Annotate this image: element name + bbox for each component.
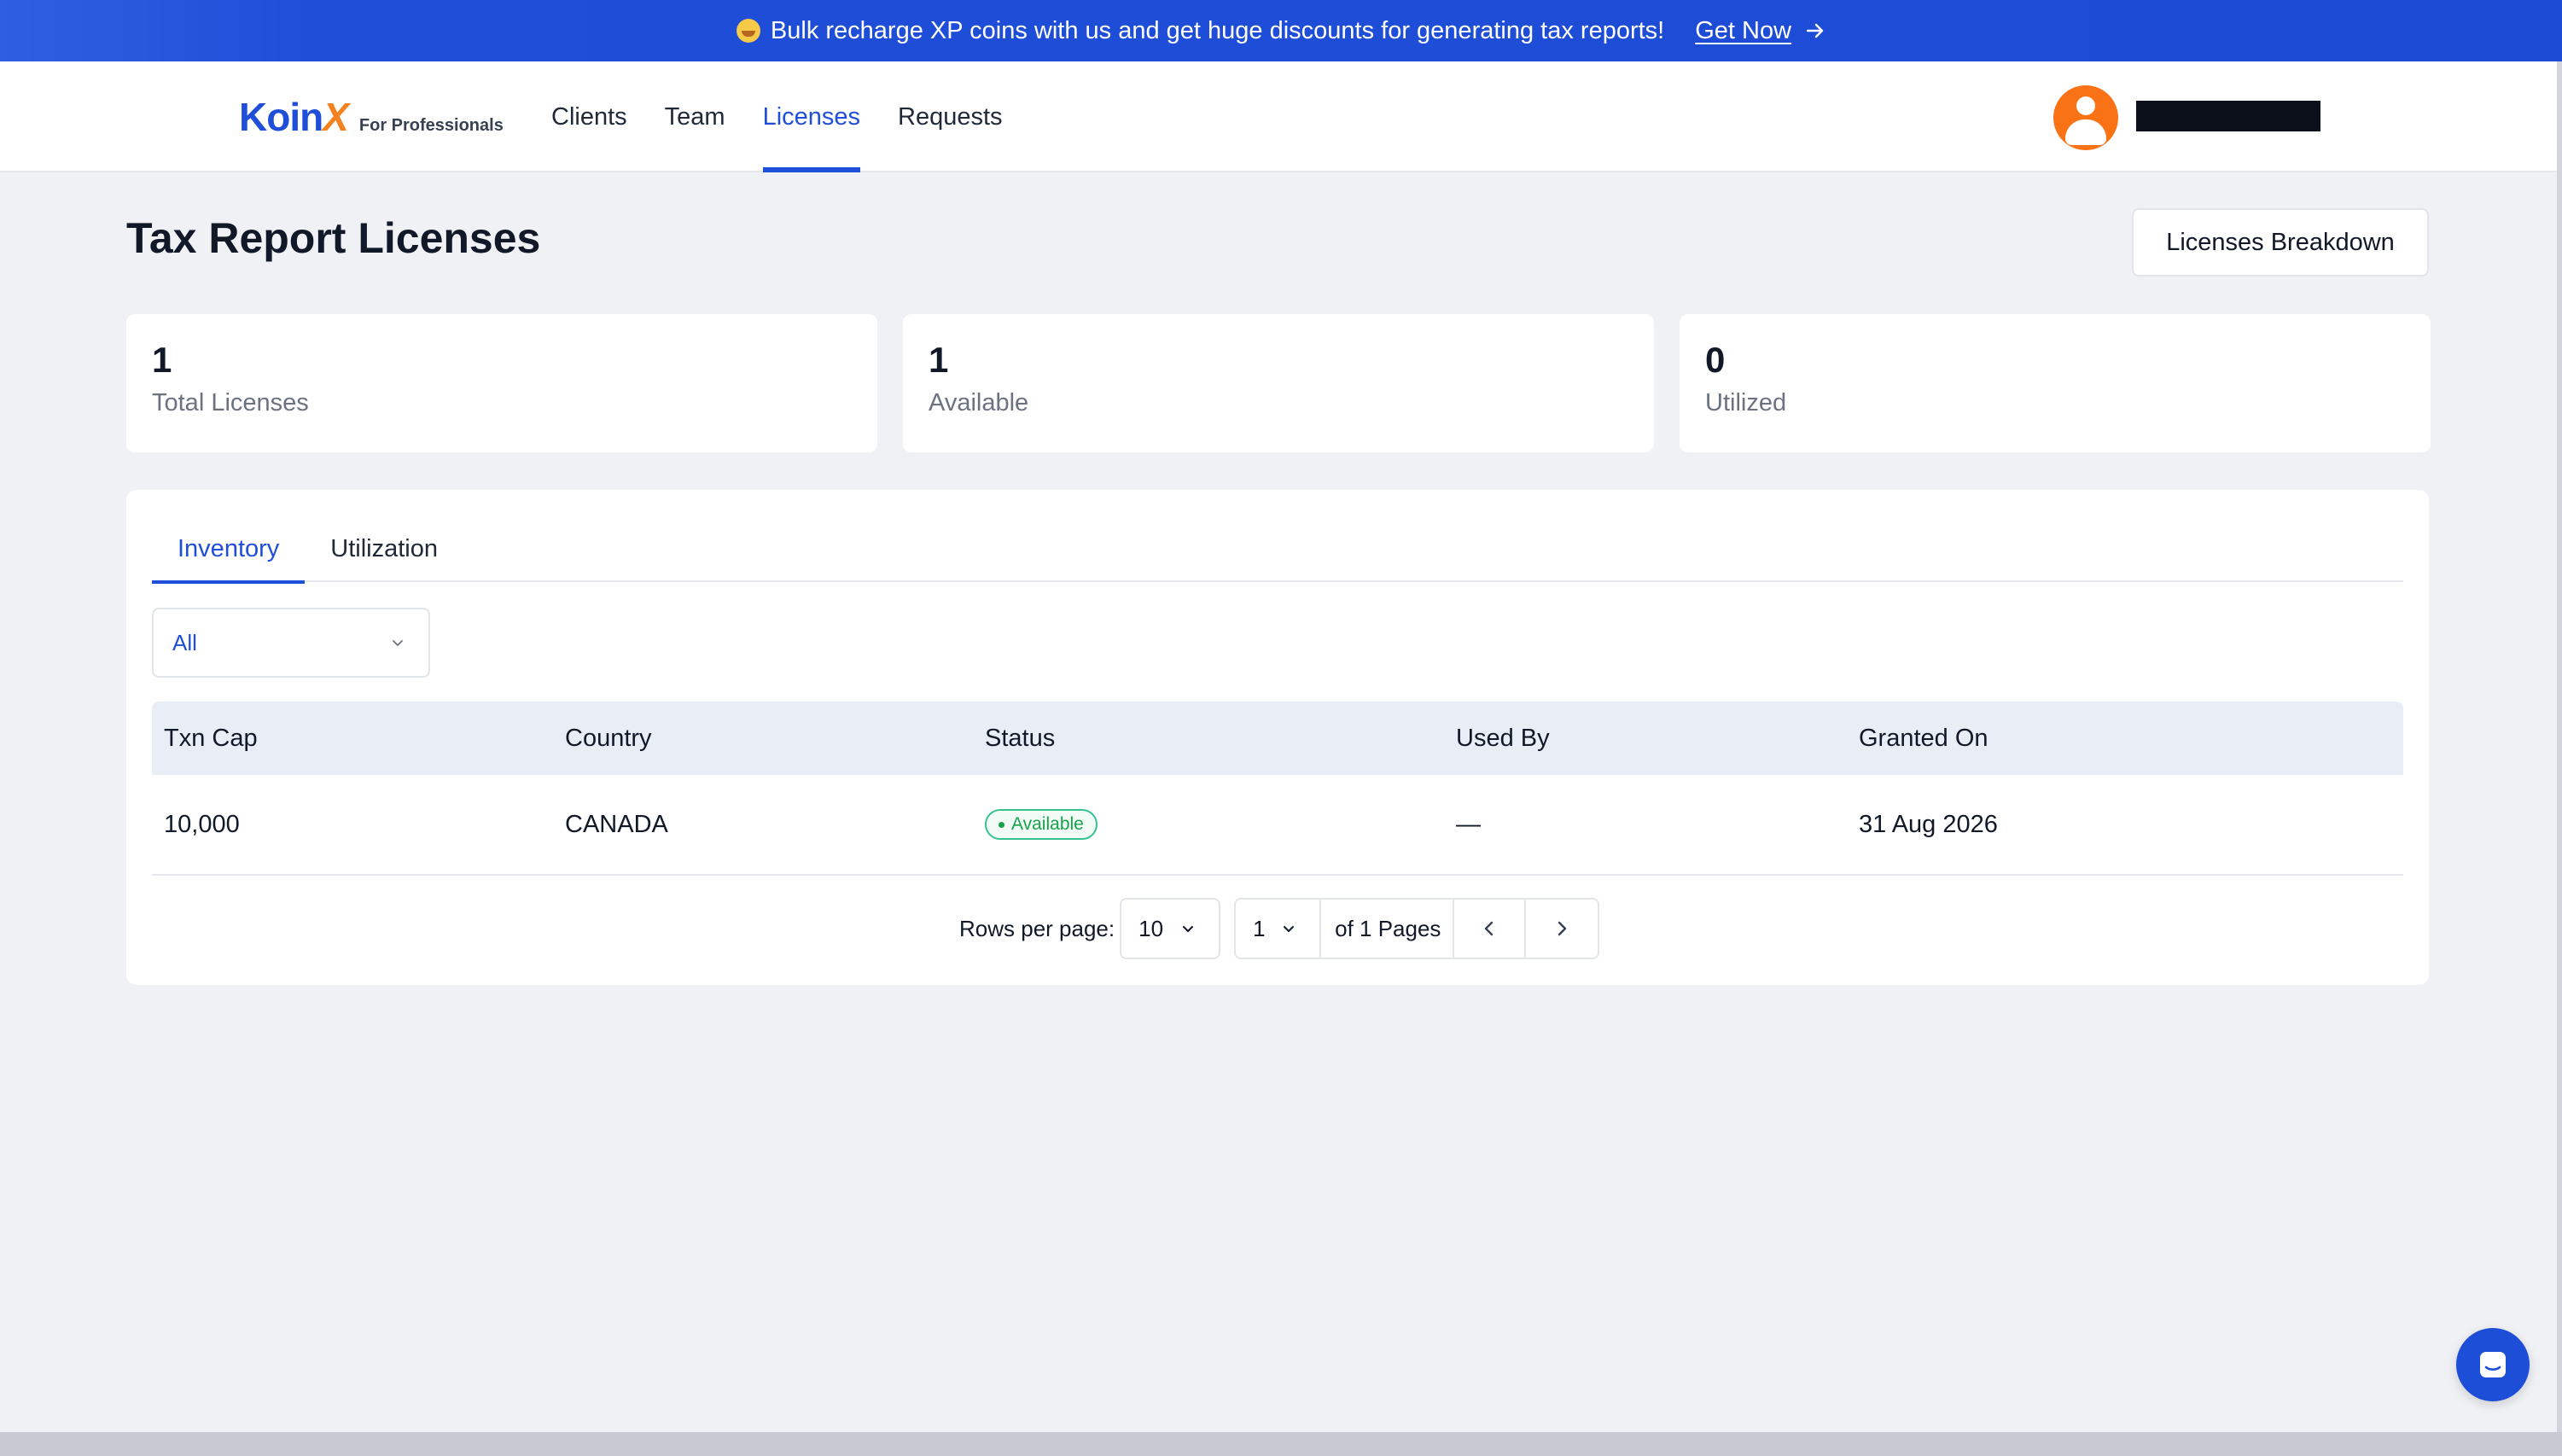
user-icon-body bbox=[2065, 119, 2106, 145]
user-icon bbox=[2076, 96, 2095, 115]
stat-card-utilized: 0 Utilized bbox=[1680, 314, 2431, 452]
status-text: Available bbox=[1011, 814, 1084, 834]
rows-per-page-select[interactable]: 10 bbox=[1120, 898, 1221, 959]
table-header: Txn Cap Country Status Used By Granted O… bbox=[152, 702, 2403, 775]
chevron-down-icon bbox=[1183, 926, 1194, 932]
stat-card-available: 1 Available bbox=[903, 314, 1654, 452]
nav-team[interactable]: Team bbox=[665, 61, 725, 172]
col-status[interactable]: Status bbox=[985, 702, 1055, 775]
stat-value: 1 bbox=[929, 340, 949, 380]
pagination: Rows per page: 10 1 of 1 Pages bbox=[959, 898, 1600, 959]
chevron-down-icon bbox=[1284, 926, 1295, 932]
cell-country: CANADA bbox=[565, 810, 668, 838]
stat-label: Total Licenses bbox=[152, 389, 309, 416]
logo-brand: Koin bbox=[239, 95, 323, 139]
col-txn-cap[interactable]: Txn Cap bbox=[164, 702, 258, 775]
stat-card-total: 1 Total Licenses bbox=[126, 314, 877, 452]
user-avatar[interactable] bbox=[2053, 85, 2118, 150]
stat-value: 0 bbox=[1705, 340, 1726, 380]
money-face-emoji-icon bbox=[736, 19, 760, 43]
page-navigator: 1 of 1 Pages bbox=[1234, 898, 1600, 959]
top-navbar: Koin X For Professionals Clients Team Li… bbox=[0, 61, 2557, 172]
chat-icon bbox=[2480, 1352, 2506, 1377]
cell-used-by: — bbox=[1456, 810, 1481, 838]
promo-banner: Bulk recharge XP coins with us and get h… bbox=[0, 0, 2562, 61]
filter-value: All bbox=[172, 629, 197, 655]
cell-txn-cap: 10,000 bbox=[164, 810, 240, 838]
next-page-button[interactable] bbox=[1526, 900, 1598, 958]
banner-message: Bulk recharge XP coins with us and get h… bbox=[770, 16, 1665, 44]
status-badge: Available bbox=[985, 809, 1098, 840]
stat-label: Available bbox=[929, 389, 1029, 416]
table-row[interactable]: 10,000 CANADA Available — 31 Aug 2026 bbox=[152, 775, 2403, 876]
horizontal-scrollbar[interactable] bbox=[0, 1432, 2562, 1456]
page-title: Tax Report Licenses bbox=[126, 214, 541, 262]
logo-subtitle: For Professionals bbox=[358, 116, 504, 135]
tab-utilization[interactable]: Utilization bbox=[305, 515, 463, 582]
get-now-label: Get Now bbox=[1695, 16, 1792, 44]
main-nav: Clients Team Licenses Requests bbox=[551, 61, 1040, 172]
chevron-right-icon bbox=[1558, 921, 1567, 936]
cell-status: Available bbox=[985, 775, 1098, 874]
col-used-by[interactable]: Used By bbox=[1456, 702, 1550, 775]
nav-clients[interactable]: Clients bbox=[551, 61, 627, 172]
chat-support-button[interactable] bbox=[2456, 1328, 2530, 1401]
get-now-link[interactable]: Get Now bbox=[1695, 17, 1825, 45]
nav-requests[interactable]: Requests bbox=[898, 61, 1003, 172]
status-dot bbox=[999, 821, 1004, 828]
status-filter-select[interactable]: All bbox=[152, 608, 430, 678]
page-count: of 1 Pages bbox=[1321, 900, 1455, 958]
stat-label: Utilized bbox=[1705, 389, 1787, 416]
chevron-left-icon bbox=[1485, 921, 1494, 936]
rows-per-page-label: Rows per page: bbox=[959, 915, 1115, 941]
col-granted-on[interactable]: Granted On bbox=[1859, 702, 1988, 775]
tab-bar: Inventory Utilization bbox=[152, 515, 2403, 584]
licenses-breakdown-button[interactable]: Licenses Breakdown bbox=[2132, 208, 2429, 277]
rows-per-page-value: 10 bbox=[1138, 915, 1164, 941]
col-country[interactable]: Country bbox=[565, 702, 652, 775]
arrow-right-icon bbox=[1806, 23, 1824, 38]
cell-granted-on: 31 Aug 2026 bbox=[1859, 810, 1998, 838]
vertical-scrollbar[interactable] bbox=[2557, 61, 2562, 1432]
licenses-panel: Inventory Utilization All Txn Cap Countr… bbox=[126, 490, 2429, 985]
koinx-logo[interactable]: Koin X For Professionals bbox=[239, 94, 504, 140]
chevron-down-icon bbox=[393, 640, 403, 646]
nav-licenses[interactable]: Licenses bbox=[762, 61, 861, 172]
redacted-username[interactable] bbox=[2136, 101, 2320, 131]
page-select[interactable]: 1 bbox=[1236, 900, 1322, 958]
current-page: 1 bbox=[1253, 915, 1266, 941]
prev-page-button[interactable] bbox=[1454, 900, 1527, 958]
tab-inventory[interactable]: Inventory bbox=[152, 515, 306, 584]
stat-value: 1 bbox=[152, 340, 172, 380]
logo-brand-x: X bbox=[323, 95, 349, 139]
